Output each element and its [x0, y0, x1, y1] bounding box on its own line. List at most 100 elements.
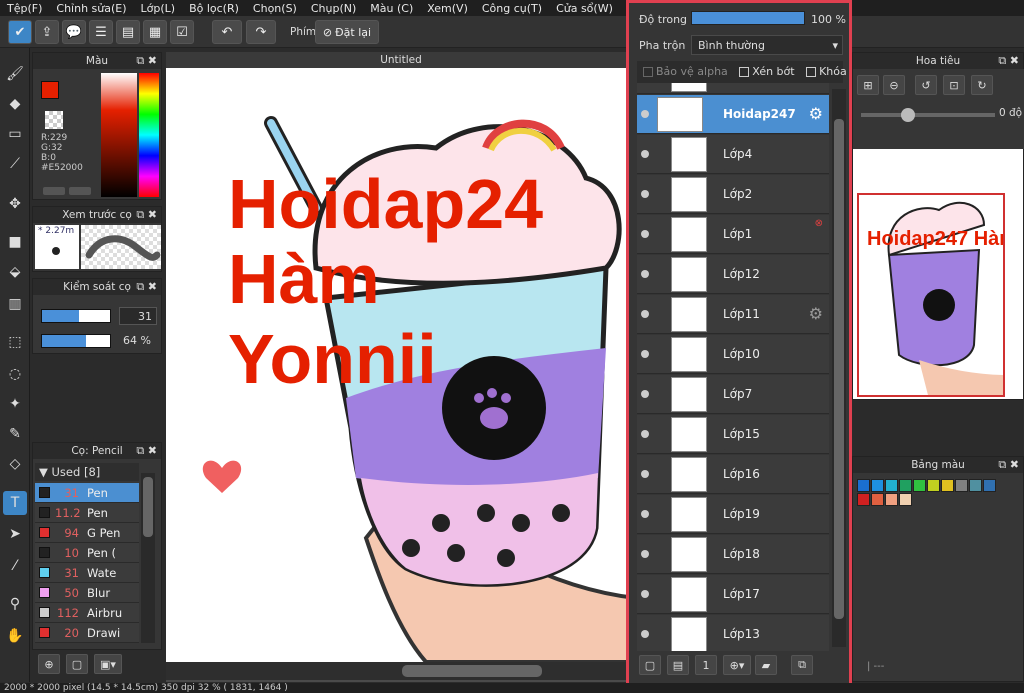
color-swatch[interactable] [913, 479, 926, 492]
visibility-icon[interactable] [641, 230, 649, 238]
brush-item[interactable]: 31 Pen [35, 483, 139, 503]
gradient-tool-icon[interactable]: ▥ [3, 292, 27, 316]
color-swatch[interactable] [941, 479, 954, 492]
brush-item[interactable]: 112 Airbru [35, 603, 139, 623]
brush-item[interactable]: 31 Wate [35, 563, 139, 583]
bucket-tool-icon[interactable]: ⬙ [3, 260, 27, 284]
menu-color[interactable]: Màu (C) [363, 2, 420, 15]
primary-color-swatch[interactable] [41, 81, 59, 99]
brush-item[interactable]: 50 Blur [35, 583, 139, 603]
layer-row[interactable]: Lớp12 [637, 255, 829, 294]
brush-item[interactable]: 11.2 Pen [35, 503, 139, 523]
hand-tool-icon[interactable]: ✋ [3, 624, 27, 648]
rotate-right-icon[interactable]: ↻ [971, 75, 993, 95]
brush-tool-icon[interactable]: 🖌 [3, 62, 27, 86]
brush-item[interactable]: 10 Pen ( [35, 543, 139, 563]
rectangle-tool-icon[interactable]: ▭ [3, 122, 27, 146]
layer-row[interactable]: Lớp11 ⚙ [637, 295, 829, 334]
lasso-tool-icon[interactable]: ◌ [3, 362, 27, 386]
menu-layer[interactable]: Lớp(L) [134, 2, 183, 15]
brush-opacity-slider[interactable] [41, 334, 111, 348]
layer-row[interactable]: Lớp15 [637, 415, 829, 454]
layer-row[interactable]: Lớp2 [637, 175, 829, 214]
new-layer-1bit-icon[interactable]: 1 [695, 655, 717, 675]
document-tab[interactable]: Untitled [166, 52, 636, 68]
list-icon[interactable]: ▦ [143, 20, 167, 44]
share-icon[interactable]: ⇪ [35, 20, 59, 44]
add-layer-menu-icon[interactable]: ⊕▾ [723, 655, 751, 675]
new-layer-icon[interactable]: ▢ [639, 655, 661, 675]
redo-icon[interactable]: ↷ [246, 20, 276, 44]
color-swatch[interactable] [955, 479, 968, 492]
menu-file[interactable]: Tệp(F) [0, 2, 49, 15]
transparent-color-swatch[interactable] [45, 111, 63, 129]
zoom-fit-icon[interactable]: ⊞ [857, 75, 879, 95]
move-tool-icon[interactable]: ✥ [3, 192, 27, 216]
visibility-icon[interactable] [641, 630, 649, 638]
select-eraser-icon[interactable]: ◇ [3, 452, 27, 476]
clipping-checkbox[interactable]: Xén bớt [739, 65, 795, 78]
color-sv-picker[interactable] [101, 73, 137, 197]
checklist-icon[interactable]: ☑ [170, 20, 194, 44]
check-icon[interactable]: ✔ [8, 20, 32, 44]
magic-wand-icon[interactable]: ✦ [3, 392, 27, 416]
color-swap-button[interactable] [69, 187, 91, 195]
color-swatch[interactable] [969, 479, 982, 492]
menu-tools[interactable]: Công cụ(T) [475, 2, 549, 15]
brush-options-icon[interactable]: ▣▾ [94, 654, 122, 674]
new-brush-icon[interactable]: ▢ [66, 654, 88, 674]
gear-icon[interactable]: ⚙ [809, 104, 823, 123]
duplicate-layer-icon[interactable]: ⧉ [791, 655, 813, 675]
color-swatch[interactable] [871, 493, 884, 506]
brush-group-header[interactable]: ▼ Used [8] [35, 463, 139, 481]
color-swatch[interactable] [885, 493, 898, 506]
layer-row[interactable]: Lớp13 [637, 615, 829, 651]
select-rect-icon[interactable]: ⬚ [3, 330, 27, 354]
eraser-tool-icon[interactable]: ◆ [3, 92, 27, 116]
color-mode-button[interactable] [43, 187, 65, 195]
color-swatch[interactable] [857, 479, 870, 492]
visibility-icon[interactable] [641, 110, 649, 118]
layer-row[interactable]: Lớp4 [637, 135, 829, 174]
color-swatch[interactable] [899, 479, 912, 492]
layer-row[interactable]: Hoidap247 ⚙ [637, 95, 829, 134]
color-swatch[interactable] [871, 479, 884, 492]
layer-row[interactable]: Lớp3 [637, 83, 829, 94]
layer-list-scrollbar[interactable] [832, 89, 846, 647]
color-swatch[interactable] [885, 479, 898, 492]
layer-opacity-slider[interactable] [691, 11, 805, 25]
brush-size-slider[interactable] [41, 309, 111, 323]
layer-row[interactable]: Lớp16 [637, 455, 829, 494]
color-swatch[interactable] [899, 493, 912, 506]
color-swatch[interactable] [983, 479, 996, 492]
visibility-icon[interactable] [641, 150, 649, 158]
blend-mode-select[interactable]: Bình thường ▾ [691, 35, 843, 55]
visibility-icon[interactable] [641, 310, 649, 318]
menu-edit[interactable]: Chỉnh sửa(E) [49, 2, 133, 15]
menu-select[interactable]: Chọn(S) [246, 2, 304, 15]
layer-row[interactable]: Lớp18 [637, 535, 829, 574]
canvas-paper[interactable]: Hoidap24 Hàm Yonnii [166, 68, 636, 662]
color-swatch[interactable] [927, 479, 940, 492]
visibility-icon[interactable] [641, 270, 649, 278]
eyedropper-icon[interactable]: ⚲ [3, 592, 27, 616]
brush-item[interactable]: 94 G Pen [35, 523, 139, 543]
menu-view[interactable]: Xem(V) [420, 2, 475, 15]
select-pen-icon[interactable]: ✎ [3, 422, 27, 446]
text-tool-icon[interactable]: T [3, 491, 27, 515]
speech-bubble-icon[interactable]: 💬 [62, 20, 86, 44]
rotation-slider[interactable] [861, 108, 995, 122]
visibility-icon[interactable] [641, 550, 649, 558]
visibility-icon[interactable] [641, 590, 649, 598]
divide-tool-icon[interactable]: ⁄ [3, 554, 27, 578]
visibility-icon[interactable] [641, 190, 649, 198]
add-brush-icon[interactable]: ⊕ [38, 654, 60, 674]
layer-row[interactable]: Lớp10 [637, 335, 829, 374]
hue-slider[interactable] [139, 73, 159, 197]
layer-row[interactable]: Lớp19 [637, 495, 829, 534]
visibility-icon[interactable] [641, 350, 649, 358]
rotate-left-icon[interactable]: ↺ [915, 75, 937, 95]
color-swatch[interactable] [857, 493, 870, 506]
lock-checkbox[interactable]: Khóa [806, 65, 847, 78]
undo-icon[interactable]: ↶ [212, 20, 242, 44]
